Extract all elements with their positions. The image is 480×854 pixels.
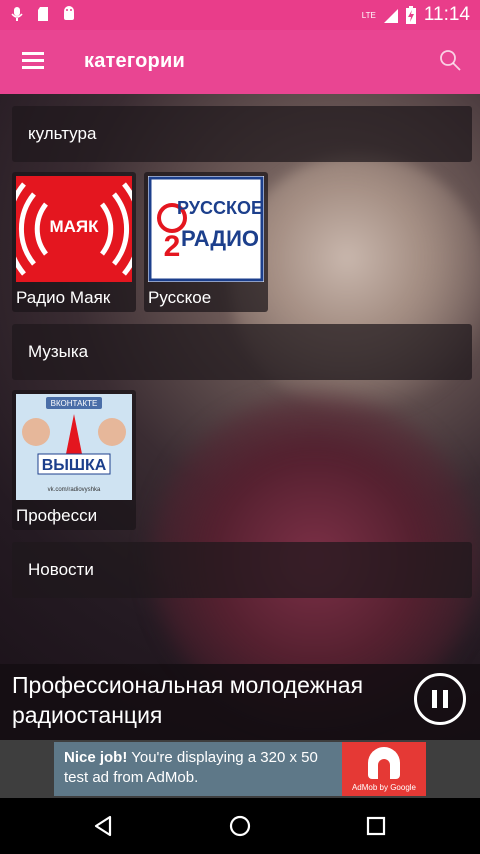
svg-text:2: 2 bbox=[164, 230, 181, 263]
mayak-logo-image: МАЯК bbox=[16, 176, 132, 282]
lte-icon: LTE bbox=[361, 10, 376, 20]
sd-card-icon bbox=[38, 7, 48, 21]
pause-button[interactable] bbox=[414, 673, 466, 725]
search-icon[interactable] bbox=[438, 48, 462, 72]
russkoe-radio-logo-image: 2 РУССКОЕ РАДИО bbox=[148, 176, 264, 282]
battery-icon bbox=[405, 6, 416, 24]
navigation-bar bbox=[0, 798, 480, 854]
status-bar: LTE 11:14 bbox=[0, 0, 480, 30]
hamburger-menu-icon[interactable] bbox=[22, 52, 44, 70]
vyshka-url-text: vk.com/radiovyshka bbox=[48, 487, 101, 493]
station-name: Радио Маяк bbox=[16, 288, 111, 307]
ad-headline: Nice job! bbox=[64, 749, 128, 766]
recent-apps-icon[interactable] bbox=[364, 814, 388, 838]
now-playing-title: Профессиональная молодежная радиостанция bbox=[12, 672, 364, 728]
category-header-music[interactable]: Музыка bbox=[12, 324, 472, 380]
now-playing-bar[interactable]: Профессиональная молодежная радиостанция bbox=[0, 664, 480, 740]
ad-area: Nice job! You're displaying a 320 x 50 t… bbox=[0, 740, 480, 798]
station-card-vyshka[interactable]: ВКОНТАКТЕ ВЫШКА vk.com/radiovyshka Профе… bbox=[12, 390, 136, 530]
category-header-culture[interactable]: культура bbox=[12, 106, 472, 162]
svg-text:МАЯК: МАЯК bbox=[49, 217, 99, 236]
status-time: 11:14 bbox=[423, 4, 470, 25]
admob-logo: AdMob by Google bbox=[342, 742, 426, 796]
station-name: Русское bbox=[148, 288, 212, 307]
svg-text:РУССКОЕ: РУССКОЕ bbox=[177, 198, 263, 218]
station-card-russkoe[interactable]: 2 РУССКОЕ РАДИО Русское bbox=[144, 172, 268, 312]
radio-vyshka-logo-image: ВКОНТАКТЕ ВЫШКА vk.com/radiovyshka bbox=[16, 394, 132, 500]
station-card-mayak[interactable]: МАЯК Радио Маяк bbox=[12, 172, 136, 312]
page-title: категории bbox=[84, 50, 185, 72]
station-name: Професси bbox=[16, 506, 98, 525]
svg-text:РАДИО: РАДИО bbox=[181, 226, 259, 251]
android-icon bbox=[64, 6, 74, 20]
ad-banner[interactable]: Nice job! You're displaying a 320 x 50 t… bbox=[54, 742, 426, 796]
ad-attribution: AdMob by Google bbox=[351, 783, 417, 792]
category-label: Новости bbox=[28, 560, 94, 579]
ad-text: Nice job! You're displaying a 320 x 50 t… bbox=[64, 748, 334, 788]
category-label: культура bbox=[28, 124, 97, 143]
category-label: Музыка bbox=[28, 342, 89, 361]
mic-icon bbox=[11, 7, 23, 21]
home-icon[interactable] bbox=[228, 814, 252, 838]
svg-text:ВЫШКА: ВЫШКА bbox=[42, 457, 107, 474]
category-header-news[interactable]: Новости bbox=[12, 542, 472, 598]
back-icon[interactable] bbox=[92, 814, 116, 838]
svg-text:ВКОНТАКТЕ: ВКОНТАКТЕ bbox=[51, 399, 98, 408]
category-list[interactable]: культура МАЯК Радио Маяк 2 РУССКОЕ РАДИО… bbox=[0, 94, 480, 740]
app-toolbar: категории bbox=[0, 30, 480, 94]
admob-mark-icon bbox=[368, 747, 400, 779]
signal-icon bbox=[383, 9, 398, 23]
